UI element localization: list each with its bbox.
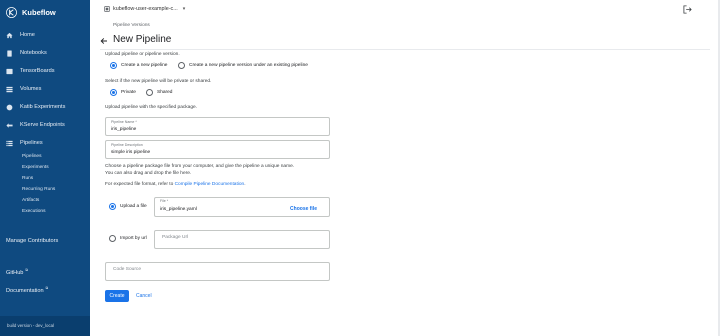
field-placeholder: Package Url	[162, 235, 189, 240]
sidebar-item-volumes[interactable]: Volumes	[0, 80, 90, 98]
radio-private[interactable]: Private	[110, 89, 136, 96]
radio-label: Import by url	[120, 236, 147, 241]
package-url-input[interactable]: Package Url	[154, 230, 330, 249]
sidebar-item-label: Katib Experiments	[20, 104, 66, 110]
sidebar-subitem-artifacts[interactable]: Artifacts	[22, 197, 39, 205]
radio-button-selected	[109, 203, 116, 210]
sidebar-subitem-pipelines[interactable]: Pipelines	[22, 153, 41, 161]
sidebar-item-label: Volumes	[20, 86, 42, 92]
sidebar-item-kserve[interactable]: KServe Endpoints	[0, 116, 90, 134]
sidebar-subitem-executions[interactable]: Executions	[22, 208, 45, 216]
sidebar-item-label: Pipelines	[20, 140, 43, 146]
field-label: Pipeline Description	[111, 143, 143, 147]
package-prompt: Upload pipeline with the specified packa…	[105, 105, 198, 110]
file-field[interactable]: File * iris_pipeline.yaml Choose file	[154, 197, 330, 217]
namespace-label: kubeflow-user-example-c...	[113, 6, 178, 12]
format-help: For expected file format, refer to Compi…	[105, 182, 246, 187]
upload-prompt: Upload pipeline or pipeline version.	[105, 52, 180, 57]
page-title: New Pipeline	[113, 34, 172, 45]
sidebar-item-katib[interactable]: Katib Experiments	[0, 98, 90, 116]
choose-help-1: Choose a pipeline package file from your…	[105, 164, 295, 169]
namespace-icon	[104, 6, 110, 12]
sidebar-subitem-experiments[interactable]: Experiments	[22, 164, 49, 172]
cancel-button[interactable]: Cancel	[136, 290, 152, 302]
choose-help-2: You can also drag and drop the file here…	[105, 171, 192, 176]
sidebar-item-label: KServe Endpoints	[20, 122, 65, 128]
field-label: File *	[160, 199, 169, 203]
radio-button	[146, 89, 153, 96]
field-value: iris_pipeline.yaml	[160, 207, 197, 212]
radio-button-selected	[110, 62, 117, 69]
github-link[interactable]: GitHub ⧉	[6, 268, 28, 276]
radio-label: Shared	[157, 90, 173, 95]
katib-icon	[6, 104, 13, 111]
radio-label: Private	[121, 90, 136, 95]
volumes-icon	[6, 86, 13, 93]
visibility-prompt: Select if the new pipeline will be priva…	[105, 79, 212, 84]
documentation-label: Documentation	[6, 287, 44, 294]
radio-label: Create a new pipeline version under an e…	[189, 63, 308, 68]
format-prefix: For expected file format, refer to	[105, 182, 175, 187]
external-link-icon: ⧉	[25, 268, 28, 272]
main-content: Pipeline Versions New Pipeline Upload pi…	[90, 22, 720, 336]
radio-button	[178, 62, 185, 69]
radio-shared[interactable]: Shared	[146, 89, 172, 96]
kubeflow-logo-icon	[6, 6, 17, 18]
radio-upload-file[interactable]: Upload a file	[109, 203, 147, 210]
build-version: build version - dev_local	[0, 316, 90, 336]
sidebar-item-home[interactable]: Home	[0, 26, 90, 44]
logout-icon[interactable]	[683, 5, 692, 14]
sidebar-subitem-runs[interactable]: Runs	[22, 175, 33, 183]
sidebar: Kubeflow Home Notebooks TensorBoards Vol…	[0, 0, 90, 336]
sidebar-item-label: Home	[20, 32, 35, 38]
field-label: Pipeline Name *	[111, 120, 137, 124]
tensorboard-icon	[6, 68, 13, 75]
pipeline-name-field[interactable]: Pipeline Name * iris_pipeline	[105, 117, 330, 136]
compile-docs-link[interactable]: Compile Pipeline Documentation	[175, 182, 245, 187]
notebook-icon	[6, 49, 13, 57]
breadcrumb[interactable]: Pipeline Versions	[113, 23, 150, 28]
documentation-link[interactable]: Documentation ⧉	[6, 286, 48, 294]
external-link-icon: ⧉	[45, 286, 49, 290]
field-placeholder: Code Source	[113, 267, 141, 272]
sidebar-item-tensorboards[interactable]: TensorBoards	[0, 62, 90, 80]
radio-button-selected	[110, 89, 117, 96]
logo-text: Kubeflow	[22, 7, 56, 17]
github-label: GitHub	[6, 269, 24, 276]
radio-button	[109, 235, 116, 242]
radio-import-url[interactable]: Import by url	[109, 235, 147, 242]
home-icon	[6, 32, 13, 39]
field-value: iris_pipeline	[111, 127, 137, 132]
sidebar-item-pipelines[interactable]: Pipelines	[0, 134, 90, 152]
choose-file-button[interactable]: Choose file	[290, 206, 317, 212]
field-value: simple iris pipeline	[111, 150, 151, 155]
sidebar-subitem-recurring-runs[interactable]: Recurring Runs	[22, 186, 55, 194]
format-suffix: .	[244, 182, 246, 187]
pipelines-icon	[6, 140, 13, 147]
top-bar: kubeflow-user-example-c... ▾	[90, 0, 720, 22]
radio-create-version[interactable]: Create a new pipeline version under an e…	[178, 62, 308, 69]
radio-label: Upload a file	[120, 204, 147, 209]
radio-label: Create a new pipeline	[121, 63, 168, 68]
sidebar-item-label: Notebooks	[20, 50, 47, 56]
pipeline-description-field[interactable]: Pipeline Description simple iris pipelin…	[105, 140, 330, 159]
kserve-icon	[6, 122, 13, 129]
sidebar-item-notebooks[interactable]: Notebooks	[0, 44, 90, 62]
divider	[100, 49, 710, 50]
code-source-input[interactable]: Code Source	[105, 262, 330, 281]
kubeflow-logo[interactable]: Kubeflow	[6, 5, 56, 19]
back-arrow-icon[interactable]	[100, 37, 108, 45]
create-button[interactable]: Create	[105, 290, 129, 302]
sidebar-item-label: TensorBoards	[20, 68, 55, 74]
namespace-selector[interactable]: kubeflow-user-example-c... ▾	[104, 6, 185, 12]
chevron-down-icon: ▾	[182, 6, 186, 12]
manage-contributors-link[interactable]: Manage Contributors	[6, 238, 58, 244]
radio-create-pipeline[interactable]: Create a new pipeline	[110, 62, 167, 69]
